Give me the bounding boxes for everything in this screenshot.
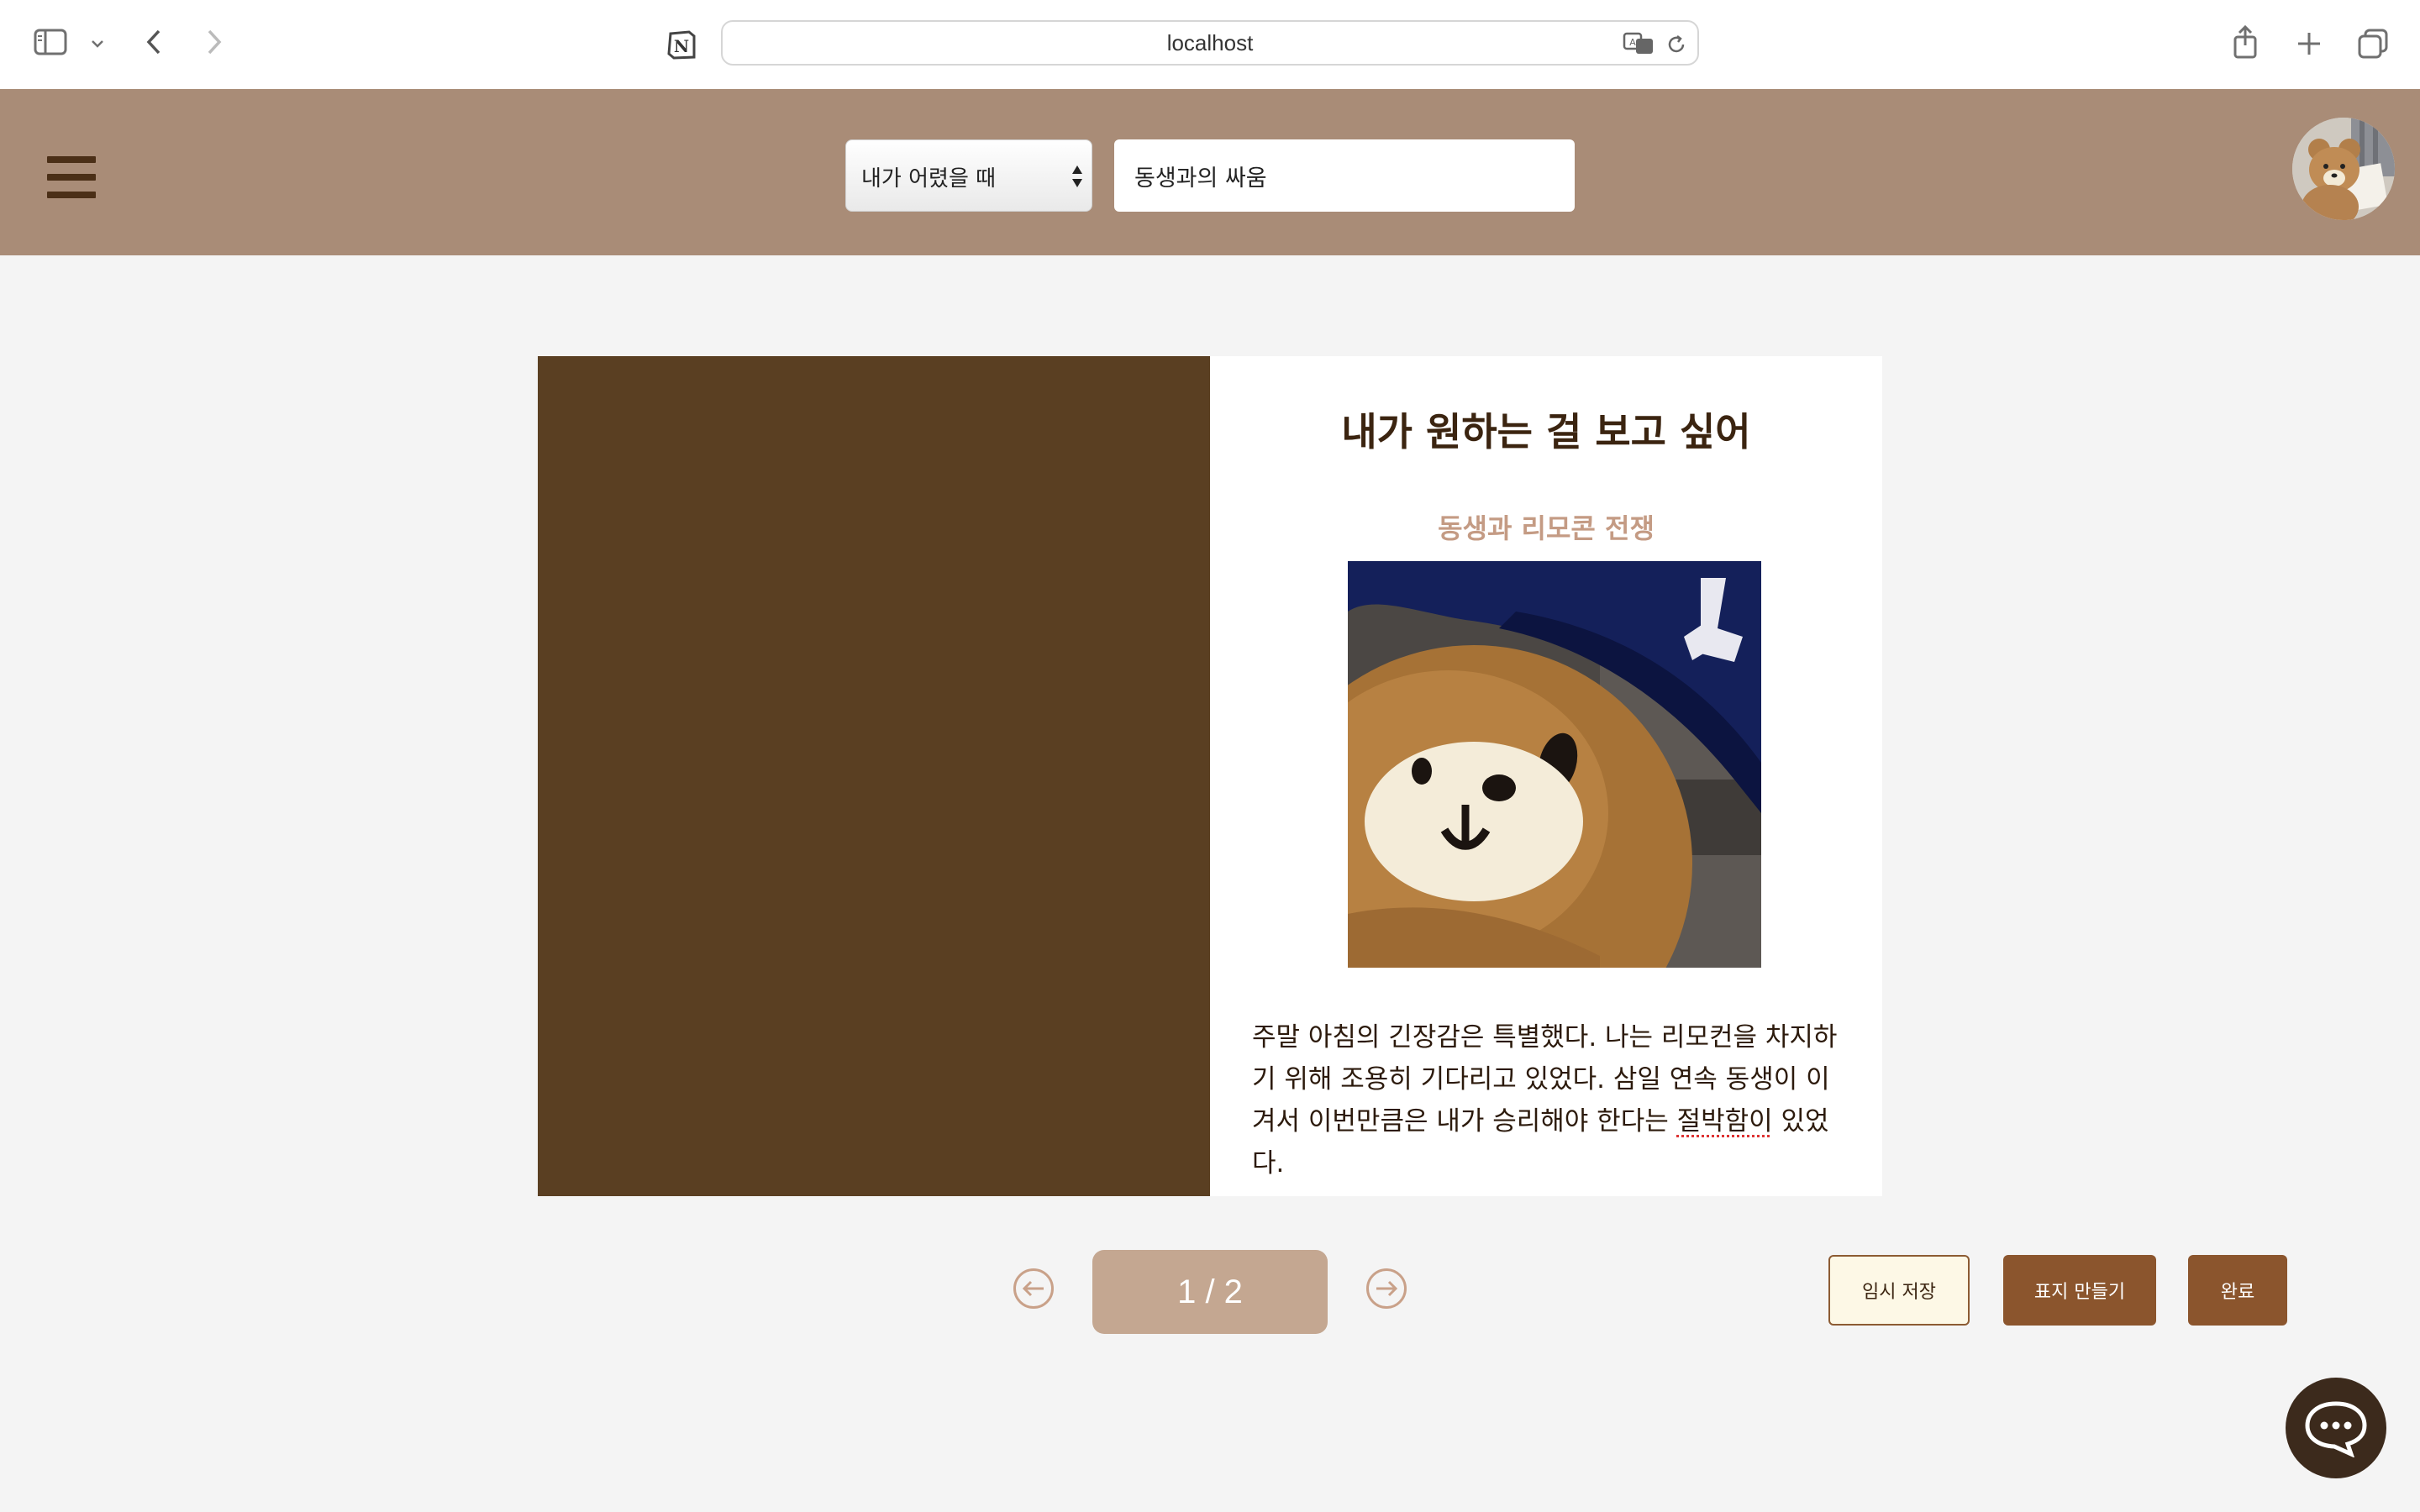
category-select-value: 내가 어렸을 때 bbox=[861, 165, 997, 192]
page-title: 내가 원하는 걸 보고 싶어 bbox=[1341, 409, 1751, 454]
page-body-text: 주말 아침의 긴장감은 특별했다. 나는 리모컨을 차지하기 위해 조용히 기다… bbox=[1252, 1022, 1838, 1179]
save-draft-button[interactable]: 임시 저장 bbox=[1828, 1255, 1970, 1326]
tabs-overview-icon[interactable] bbox=[2354, 25, 2391, 62]
arrow-right-icon[interactable] bbox=[1366, 1268, 1407, 1309]
url-text: localhost bbox=[1166, 29, 1254, 55]
chevron-down-icon[interactable] bbox=[87, 34, 108, 54]
chat-icon[interactable] bbox=[2286, 1378, 2386, 1478]
done-button[interactable]: 완료 bbox=[2188, 1255, 2287, 1326]
make-cover-button[interactable]: 표지 만들기 bbox=[2003, 1255, 2156, 1326]
select-arrows-icon bbox=[1071, 164, 1083, 192]
svg-text:A: A bbox=[1629, 37, 1636, 48]
topic-input[interactable] bbox=[1114, 139, 1575, 212]
page-indicator: 1 / 2 bbox=[1092, 1250, 1328, 1334]
category-select[interactable]: 내가 어렸을 때 bbox=[845, 139, 1092, 212]
back-icon[interactable] bbox=[141, 25, 166, 59]
notion-icon[interactable]: N bbox=[664, 27, 699, 62]
app-header: 내가 어렸을 때 bbox=[0, 89, 2420, 255]
new-tab-icon[interactable] bbox=[2292, 27, 2326, 60]
page-subtitle: 동생과 리모콘 전쟁 bbox=[1438, 512, 1655, 544]
arrow-left-icon[interactable] bbox=[1013, 1268, 1054, 1309]
forward-icon[interactable] bbox=[202, 25, 227, 59]
spellcheck-flagged-word[interactable]: 절박함이 bbox=[1677, 1106, 1773, 1137]
hamburger-menu-icon[interactable] bbox=[47, 156, 96, 198]
browser-toolbar: N localhost A bbox=[0, 0, 2420, 91]
page-illustration bbox=[1348, 561, 1761, 968]
left-page bbox=[538, 356, 1210, 1196]
sidebar-icon[interactable] bbox=[32, 27, 69, 57]
reload-icon[interactable] bbox=[1664, 32, 1689, 57]
translate-icon[interactable]: A bbox=[1622, 30, 1655, 57]
share-icon[interactable] bbox=[2228, 24, 2262, 60]
address-bar[interactable]: localhost A bbox=[721, 20, 1699, 66]
avatar[interactable] bbox=[2292, 118, 2395, 220]
svg-text:N: N bbox=[674, 36, 689, 56]
right-page: 내가 원하는 걸 보고 싶어 동생과 리모콘 전쟁 주말 아침의 긴장감은 특별… bbox=[1210, 356, 1882, 1196]
